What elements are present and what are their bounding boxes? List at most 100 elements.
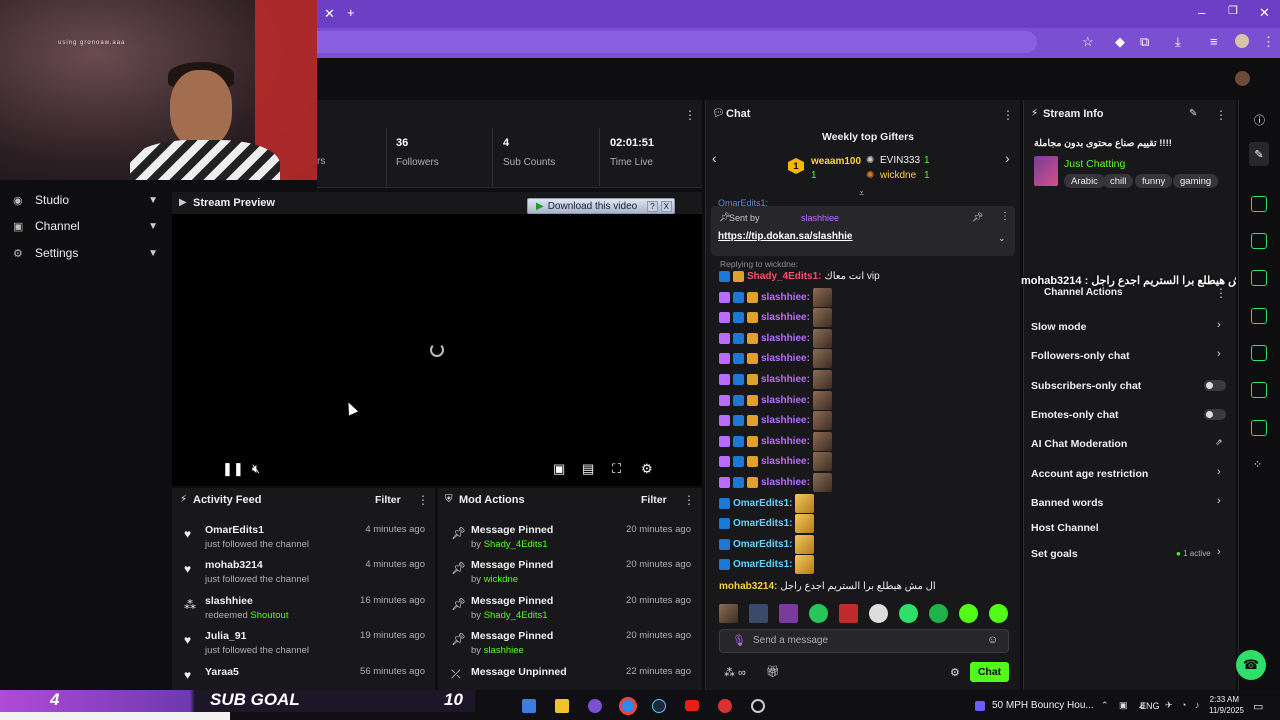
chat-tool-icon[interactable]	[1251, 308, 1267, 324]
category-thumbnail[interactable]	[1034, 156, 1058, 186]
app-taskbar-icon[interactable]	[718, 699, 732, 713]
pause-icon[interactable]: ❚❚	[222, 461, 244, 477]
screen-icon[interactable]	[1251, 196, 1267, 212]
youtube-taskbar-icon[interactable]	[685, 700, 699, 711]
system-icons[interactable]: ✈ ◔ ♪	[1165, 700, 1202, 711]
close-window-icon[interactable]: ✕	[1259, 6, 1270, 19]
channel-points-icon[interactable]: ⁂ ∞	[724, 666, 746, 679]
chevron-down-icon[interactable]: ⌄	[998, 233, 1006, 244]
activity-filter-button[interactable]: Filter	[375, 494, 401, 506]
chat-message[interactable]: slashhiee:	[719, 369, 832, 389]
file-explorer-icon[interactable]	[555, 699, 569, 713]
app-taskbar-icon[interactable]	[751, 699, 765, 713]
chrome-taskbar-icon[interactable]	[619, 697, 637, 715]
gifter-name[interactable]: wickdne	[880, 170, 916, 181]
chat-message[interactable]: slashhiee:	[719, 390, 832, 410]
chat-input-placeholder[interactable]: Send a message	[753, 635, 828, 646]
download-help-button[interactable]: ?	[647, 200, 658, 212]
stream-tag[interactable]: funny	[1135, 174, 1173, 188]
nav-studio[interactable]: ◉ Studio ▼	[0, 187, 172, 213]
gift-icon[interactable]: 🎁︎	[766, 665, 780, 678]
emote-icon[interactable]	[719, 604, 738, 623]
broadcast-icon[interactable]	[1251, 345, 1267, 361]
minimize-icon[interactable]: –	[1198, 6, 1205, 19]
notification-icon[interactable]: ▭	[1253, 700, 1263, 713]
mod-item[interactable]: Message Pinned by slashhiee 20 minutes a…	[471, 630, 696, 656]
pinned-menu-icon[interactable]: ⋮	[1000, 211, 1010, 222]
lightning-tool-icon[interactable]	[1251, 233, 1267, 249]
stream-tag[interactable]: gaming	[1173, 174, 1219, 188]
stream-tag[interactable]: chill	[1103, 174, 1134, 188]
reading-list-icon[interactable]: ≡	[1210, 35, 1218, 48]
activity-item[interactable]: Yaraa5 56 minutes ago	[205, 666, 430, 678]
mod-item[interactable]: Message Unpinned 22 minutes ago	[471, 666, 696, 678]
chat-username[interactable]: OmarEdits1:	[733, 498, 792, 509]
stats-menu-icon[interactable]: ⋮	[684, 108, 696, 122]
maximize-icon[interactable]: ❐	[1228, 6, 1238, 17]
chevron-right-icon[interactable]: ›	[1217, 319, 1221, 331]
gifter-name[interactable]: EVIN333	[880, 155, 920, 166]
pip-icon[interactable]: ▣	[553, 461, 565, 477]
mod-item[interactable]: Message Pinned by wickdne 20 minutes ago	[471, 559, 696, 585]
chat-username[interactable]: slashhiee:	[761, 395, 810, 406]
emote-icon[interactable]	[929, 604, 948, 623]
store-taskbar-icon[interactable]	[522, 699, 536, 713]
chevron-right-icon[interactable]: ›	[1217, 546, 1221, 558]
extension-icon[interactable]: ◆	[1115, 35, 1125, 48]
unpin-icon[interactable]: 📌︎	[972, 212, 983, 223]
chat-message[interactable]: slashhiee:	[719, 472, 832, 492]
chat-message[interactable]: OmarEdits1:	[719, 555, 815, 575]
emote-icon[interactable]	[809, 604, 828, 623]
chat-message[interactable]: slashhiee:	[719, 287, 832, 307]
chat-username[interactable]: slashhiee:	[761, 292, 810, 303]
emote-icon[interactable]	[779, 604, 798, 623]
menu-kebab-icon[interactable]: ⋮	[1262, 35, 1275, 48]
chevron-right-icon[interactable]: ›	[1217, 495, 1221, 507]
emoji-icon[interactable]: ☺	[987, 634, 998, 646]
clip-icon[interactable]	[1251, 270, 1267, 286]
media-title[interactable]: 50 MPH Bouncy Hou...	[992, 700, 1094, 711]
puzzle-icon[interactable]: ⧉	[1140, 35, 1149, 48]
chat-message[interactable]: OmarEdits1:	[719, 534, 815, 554]
collapse-arrow-icon[interactable]: ⩡	[859, 188, 864, 199]
gear-icon[interactable]: ⚙	[950, 666, 960, 679]
chat-username[interactable]: slashhiee:	[761, 333, 810, 344]
emote-icon[interactable]	[839, 604, 858, 623]
edit-tool-icon[interactable]: ✎	[1249, 142, 1269, 166]
channel-action-slow-mode[interactable]: Slow mode	[1031, 321, 1086, 333]
chat-message[interactable]: OmarEdits1:	[719, 493, 815, 513]
download-close-button[interactable]: X	[660, 200, 672, 212]
fullscreen-icon[interactable]: ⛶	[612, 461, 621, 477]
emote-icon[interactable]	[749, 604, 768, 623]
channel-action-ai-moderation[interactable]: AI Chat Moderation	[1031, 438, 1127, 450]
chat-username[interactable]: slashhiee:	[761, 477, 810, 488]
user-avatar[interactable]	[1235, 71, 1250, 86]
chat-message[interactable]: OmarEdits1:	[719, 514, 815, 534]
chat-menu-icon[interactable]: ⋮	[1002, 108, 1014, 122]
chat-message[interactable]: slashhiee:	[719, 328, 832, 348]
chat-message[interactable]: slashhiee:	[719, 431, 832, 451]
chevron-left-icon[interactable]: ‹	[712, 150, 717, 166]
channel-action-followers-only[interactable]: Followers-only chat	[1031, 350, 1130, 362]
subscribers-only-toggle[interactable]	[1204, 380, 1226, 391]
address-bar[interactable]	[317, 31, 1037, 53]
activity-item[interactable]: mohab3214 just followed the channel 4 mi…	[205, 559, 430, 585]
chevron-right-icon[interactable]: ›	[1005, 150, 1010, 166]
pinned-link[interactable]: https://tip.dokan.sa/slashhie	[718, 231, 852, 242]
gear-icon[interactable]: ⚙	[641, 461, 653, 477]
channel-action-emotes-only[interactable]: Emotes-only chat	[1031, 409, 1119, 421]
chat-message[interactable]: slashhiee:	[719, 308, 832, 328]
clock-date[interactable]: 11/9/2025	[1204, 706, 1244, 715]
close-tab-icon[interactable]: ✕	[324, 7, 335, 20]
chat-username[interactable]: slashhiee:	[761, 415, 810, 426]
chat-username[interactable]: mohab3214:	[719, 581, 777, 592]
chat-username[interactable]: OmarEdits1:	[733, 518, 792, 529]
channel-action-host-channel[interactable]: Host Channel	[1031, 522, 1099, 534]
channel-actions-menu-icon[interactable]: ⋮	[1215, 286, 1227, 300]
nav-settings[interactable]: ⚙ Settings ▼	[0, 240, 172, 266]
emote-icon[interactable]	[869, 604, 888, 623]
chat-username[interactable]: slashhiee:	[761, 374, 810, 385]
add-widget-icon[interactable]: ⁘	[1253, 458, 1262, 471]
external-link-icon[interactable]: ⇗	[1215, 437, 1223, 448]
info-icon[interactable]: ⓘ	[1254, 112, 1265, 128]
